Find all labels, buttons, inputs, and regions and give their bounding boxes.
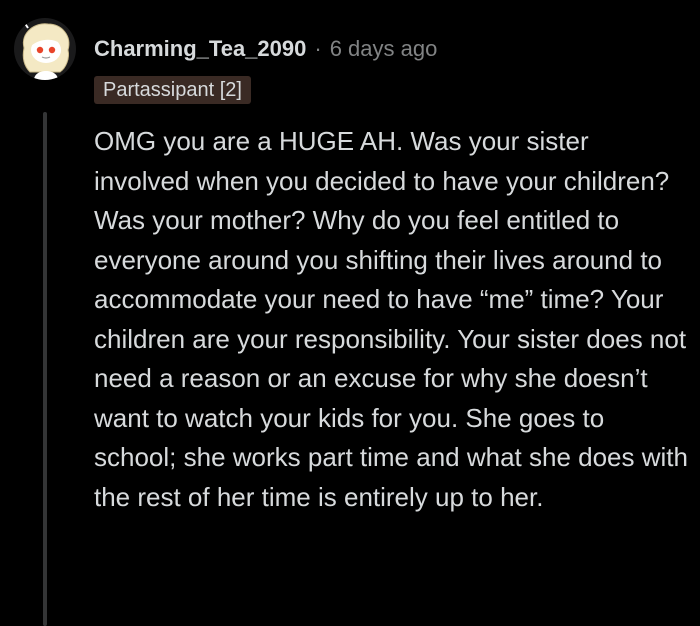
username-link[interactable]: Charming_Tea_2090 bbox=[94, 36, 306, 62]
meta-separator: · bbox=[314, 36, 322, 61]
comment-body: OMG you are a HUGE AH. Was your sister i… bbox=[94, 126, 688, 512]
user-flair: Partassipant [2] bbox=[94, 76, 251, 104]
user-avatar-icon[interactable] bbox=[14, 18, 76, 80]
comment-header: Charming_Tea_2090 · 6 days ago bbox=[94, 32, 437, 66]
comment: Charming_Tea_2090 · 6 days ago Partassip… bbox=[0, 0, 700, 626]
comment-timestamp[interactable]: 6 days ago bbox=[330, 36, 438, 62]
thread-collapse-line[interactable] bbox=[43, 112, 47, 626]
